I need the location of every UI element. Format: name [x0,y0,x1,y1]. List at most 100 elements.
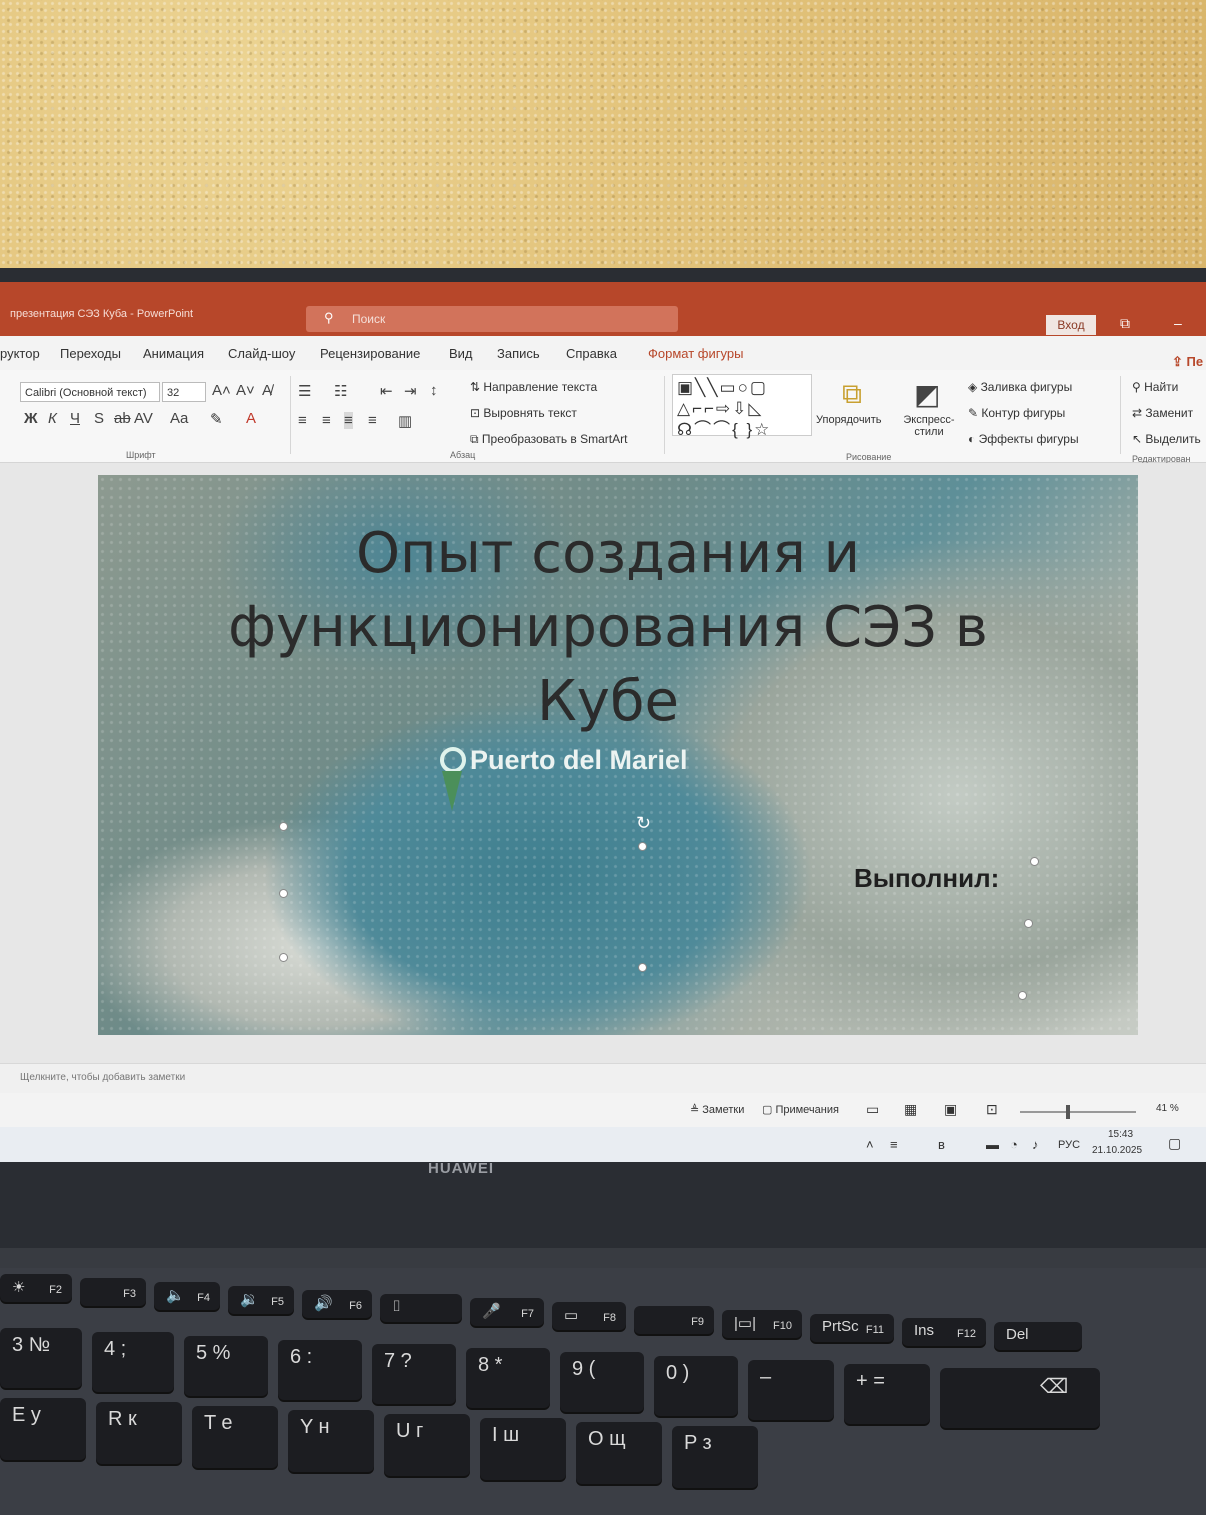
arrange-button[interactable]: Упорядочить [816,414,881,426]
align-right-icon[interactable]: ≡ [344,412,353,429]
change-case-icon[interactable]: Aa [170,410,188,427]
key-f5[interactable]: 🔉 F5 [228,1286,294,1314]
key-backspace[interactable]: ⌫ [940,1368,1100,1428]
slideshow-icon[interactable]: ⊡ [986,1101,998,1118]
underline-icon[interactable]: Ч [70,410,80,427]
resize-handle[interactable] [279,889,288,898]
shape-effects-button[interactable]: ◐ Эффекты фигуры [968,432,1079,446]
smartart-button[interactable]: ⧉ Преобразовать в SmartArt [470,432,627,447]
spacing-icon[interactable]: AV [134,410,153,427]
slide-canvas[interactable]: Опыт создания и функционирования СЭЗ в К… [98,475,1138,1035]
zoom-slider[interactable] [1020,1111,1136,1113]
tab-slideshow[interactable]: Слайд-шоу [228,346,295,361]
tab-shape-format[interactable]: Формат фигуры [648,346,743,361]
key-7[interactable]: 7 ? [372,1344,456,1404]
justify-icon[interactable]: ≡ [368,412,377,429]
notes-pane[interactable]: Щелкните, чтобы добавить заметки [0,1063,1206,1094]
key-8[interactable]: 8 * [466,1348,550,1408]
key-f6[interactable]: 🔊 F6 [302,1290,372,1318]
align-text-button[interactable]: ⊡ Выровнять текст [470,406,577,420]
font-color-icon[interactable]: A [246,410,256,427]
key-p[interactable]: P з [672,1426,758,1488]
increase-indent-icon[interactable]: ⇥ [404,382,417,400]
resize-handle[interactable] [1030,857,1039,866]
resize-handle[interactable] [1018,991,1027,1000]
reading-view-icon[interactable]: ▣ [944,1101,957,1118]
key-0[interactable]: 0 ) [654,1356,738,1416]
tray-bluetooth-icon[interactable]: ʙ [938,1137,945,1152]
shadow-icon[interactable]: S [94,410,104,427]
key-ins[interactable]: Ins F12 [902,1318,986,1346]
key-3[interactable]: 3 № [0,1328,82,1388]
tray-overflow-icon[interactable]: ˄ [866,1137,874,1152]
signin-button[interactable]: Вход [1046,315,1096,335]
slide-subtitle[interactable]: Выполнил: [854,863,999,894]
key-equals[interactable]: + = [844,1364,930,1424]
increase-font-icon[interactable]: A˄ [212,382,231,399]
strikethrough-icon[interactable]: ab [114,410,131,427]
key-i[interactable]: I ш [480,1418,566,1480]
search-box[interactable]: ⚲ Поиск [306,306,678,332]
key-y[interactable]: Y н [288,1410,374,1472]
key-f7[interactable]: 🎤 F7 [470,1298,544,1326]
shape-outline-button[interactable]: ✎ Контур фигуры [968,406,1065,420]
language-indicator[interactable]: РУС [1058,1139,1080,1151]
replace-button[interactable]: ⇄ Заменит [1132,406,1193,420]
line-spacing-icon[interactable]: ↕ [430,382,438,399]
decrease-font-icon[interactable]: A˅ [236,382,255,399]
tray-app-icon[interactable]: ≡ [890,1137,898,1152]
key-f10[interactable]: |▭| F10 [722,1310,802,1338]
bold-icon[interactable]: Ж [24,410,38,427]
shapes-gallery[interactable]: ▣╲╲▭○▢ △⌐⌐⇨⇩◺ ☊⌒⌒{ }☆ [672,374,812,439]
key-u[interactable]: U г [384,1414,470,1476]
slide-sorter-icon[interactable]: ▦ [904,1101,917,1118]
align-center-icon[interactable]: ≡ [322,412,331,429]
key-9[interactable]: 9 ( [560,1352,644,1412]
wifi-icon[interactable]: ◔ [1010,1137,1018,1152]
zoom-level[interactable]: 41 % [1156,1103,1179,1114]
key-f4[interactable]: 🔈 F4 [154,1282,220,1310]
resize-handle[interactable] [638,842,647,851]
key-f8[interactable]: ▭ F8 [552,1302,626,1330]
tab-record[interactable]: Запись [497,346,540,361]
key-t[interactable]: T е [192,1406,278,1468]
select-button[interactable]: ↖ Выделить [1132,432,1201,446]
key-6[interactable]: 6 : [278,1340,362,1400]
tab-view[interactable]: Вид [449,346,473,361]
key-o[interactable]: O щ [576,1422,662,1484]
find-button[interactable]: ⚲ Найти [1132,380,1178,394]
tab-animations[interactable]: Анимация [143,346,204,361]
key-f3[interactable]: F3 [80,1278,146,1306]
quick-styles-icon[interactable]: ◩ [914,378,940,411]
highlight-icon[interactable]: ✎ [210,410,223,428]
clock-date[interactable]: 21.10.2025 [1092,1145,1142,1156]
columns-icon[interactable]: ▥ [398,412,412,430]
notifications-icon[interactable]: ▢ [1168,1135,1181,1152]
resize-handle[interactable] [279,822,288,831]
shape-fill-button[interactable]: ◈ Заливка фигуры [968,380,1072,394]
tab-review[interactable]: Рецензирование [320,346,420,361]
key-camera[interactable]: ⌷ [380,1294,462,1322]
clock-time[interactable]: 15:43 [1108,1129,1133,1140]
notes-toggle-button[interactable]: ≜ Заметки [690,1103,744,1116]
key-4[interactable]: 4 ; [92,1332,174,1392]
resize-handle[interactable] [1024,919,1033,928]
resize-handle[interactable] [638,963,647,972]
arrange-icon[interactable]: ⧉ [842,378,862,411]
ribbon-display-icon[interactable]: ⧉ [1120,315,1130,332]
key-r[interactable]: R к [96,1402,182,1464]
key-prtsc[interactable]: PrtSc F11 [810,1314,894,1342]
minimize-icon[interactable]: – [1174,315,1182,331]
key-minus[interactable]: – [748,1360,834,1420]
zoom-slider-thumb[interactable] [1066,1105,1070,1119]
key-f9[interactable]: F9 [634,1306,714,1334]
battery-icon[interactable]: ▬ [986,1137,999,1152]
share-button[interactable]: ⇪ Пе [1172,354,1203,370]
font-size-field[interactable]: 32 [162,382,206,402]
quick-styles-button[interactable]: Экспресс-стили [898,414,960,438]
bullets-icon[interactable]: ☰ [298,382,311,400]
font-name-field[interactable]: Calibri (Основной текст) [20,382,160,402]
tab-transitions[interactable]: Переходы [60,346,121,361]
key-del[interactable]: Del [994,1322,1082,1350]
decrease-indent-icon[interactable]: ⇤ [380,382,393,400]
